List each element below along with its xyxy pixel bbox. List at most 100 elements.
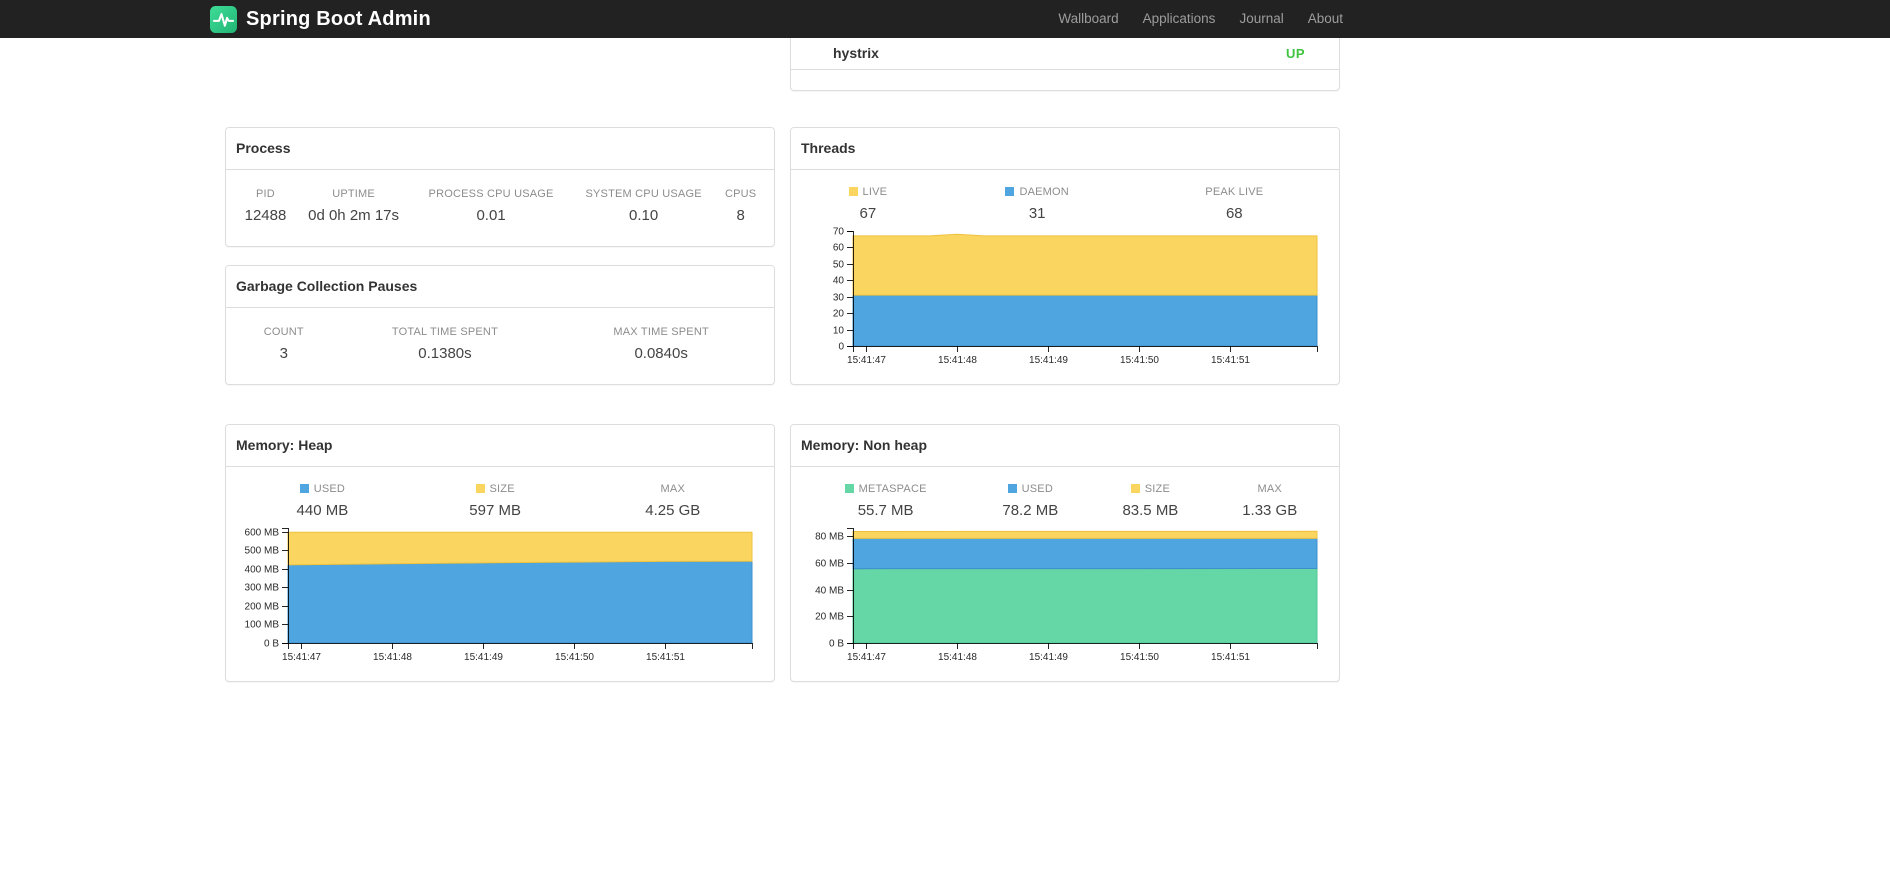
- y-tick-label: 200 MB: [245, 602, 280, 613]
- legend-cell-size: SIZE: [409, 483, 582, 502]
- navbar-links: Wallboard Applications Journal About: [1046, 0, 1355, 38]
- metric-value-total-time: 0.1380s: [418, 345, 472, 362]
- metric-label-pid: PID: [256, 188, 275, 200]
- panel-title: Process: [236, 140, 291, 156]
- legend-cell-max: MAX: [1210, 483, 1329, 502]
- metric-label-system-cpu: SYSTEM CPU USAGE: [585, 188, 702, 200]
- legend-label-max: MAX: [660, 483, 685, 495]
- legend-label-live: LIVE: [862, 186, 888, 198]
- metric-value-process-cpu: 0.01: [476, 207, 506, 224]
- metric-values-row: 3 0.1380s 0.0840s: [236, 345, 764, 362]
- metric-value-pid: 12488: [244, 207, 287, 224]
- legend-labels-row: METASPACE USED SIZE MAX: [801, 483, 1329, 502]
- y-tick-label: 20: [833, 309, 845, 320]
- nav-link-applications[interactable]: Applications: [1131, 0, 1228, 38]
- legend-value-used: 78.2 MB: [1002, 502, 1059, 519]
- legend-cell-size: SIZE: [1090, 483, 1210, 502]
- legend-label-size: SIZE: [1144, 483, 1171, 495]
- y-tick-label: 30: [833, 293, 845, 304]
- x-tick-label: 15:41:48: [373, 652, 412, 663]
- top-navbar: Spring Boot Admin Wallboard Applications…: [0, 0, 1890, 38]
- x-axis: [853, 346, 1318, 352]
- y-tick-label: 0 B: [264, 639, 279, 650]
- process-panel-heading: Process: [226, 128, 774, 170]
- metric-label-cpus: CPUS: [724, 188, 757, 200]
- y-tick-label: 600 MB: [245, 528, 280, 539]
- x-tick-label: 15:41:49: [464, 652, 503, 663]
- memory-nonheap-chart: 0 B 20 MB 40 MB 60 MB 80 MB 15:41:47 15:41:48 1…: [815, 528, 1318, 663]
- threads-chart: 0 10 20 30 40 50 60 70 15:41:47 15:41:48 15:41:49 1…: [833, 227, 1318, 366]
- status-badge: UP: [1285, 45, 1305, 61]
- empty-left-column: [225, 38, 775, 91]
- memory-nonheap-panel-body: METASPACE USED SIZE MAX 55.7 MB 78.2 MB …: [791, 483, 1339, 669]
- row-process-threads: Process PID UPTIME PROCESS CPU USAGE SYS…: [225, 127, 1340, 385]
- threads-panel-body: LIVE DAEMON PEAK LIVE 67 31 68 0 10 20 30 40…: [791, 186, 1339, 372]
- legend-value-metaspace: 55.7 MB: [857, 502, 914, 519]
- area-series-daemon: [852, 294, 1318, 347]
- threads-panel-heading: Threads: [791, 128, 1339, 170]
- daemon-legend-swatch: [1005, 187, 1015, 196]
- metric-values-row: 12488 0d 0h 2m 17s 0.01 0.10 8: [236, 207, 764, 224]
- y-tick-label: 10: [833, 326, 845, 337]
- y-tick-label: 0: [838, 342, 844, 353]
- area-series-used: [287, 560, 753, 644]
- navbar-container: Spring Boot Admin Wallboard Applications…: [210, 0, 1355, 38]
- x-tick-label: 15:41:47: [847, 652, 886, 663]
- y-tick-label: 70: [833, 227, 845, 238]
- nonheap-legend: METASPACE USED SIZE MAX 55.7 MB 78.2 MB …: [801, 483, 1329, 519]
- spring-boot-admin-logo-icon: [210, 5, 237, 33]
- x-tick-label: 15:41:50: [555, 652, 594, 663]
- x-tick-label: 15:41:50: [1120, 652, 1159, 663]
- legend-value-max: 1.33 GB: [1242, 502, 1298, 519]
- legend-label-max: MAX: [1257, 483, 1282, 495]
- details-page: hystrix UP Process PID UPTIME PROCESS CP…: [210, 38, 1355, 682]
- gc-panel-body: COUNT TOTAL TIME SPENT MAX TIME SPENT 3 …: [226, 326, 774, 362]
- process-panel-body: PID UPTIME PROCESS CPU USAGE SYSTEM CPU …: [226, 188, 774, 224]
- x-tick-label: 15:41:51: [1211, 355, 1250, 366]
- nav-link-wallboard[interactable]: Wallboard: [1046, 0, 1130, 38]
- y-tick-label: 300 MB: [245, 583, 280, 594]
- y-tick-label: 50: [833, 260, 845, 271]
- metric-label-total-time: TOTAL TIME SPENT: [391, 326, 498, 338]
- panel-title: Threads: [801, 140, 856, 156]
- y-tick-label: 60 MB: [815, 559, 844, 570]
- health-row-hystrix: hystrix UP: [791, 38, 1339, 70]
- memory-heap-panel: Memory: Heap USED SIZE MAX 440 MB 597 MB…: [225, 424, 775, 682]
- x-tick-label: 15:41:48: [938, 652, 977, 663]
- y-tick-label: 80 MB: [815, 532, 844, 543]
- brand-link[interactable]: Spring Boot Admin: [210, 5, 431, 33]
- y-tick-label: 20 MB: [815, 612, 844, 623]
- area-series-size: [852, 530, 1318, 539]
- legend-values-row: 67 31 68: [801, 205, 1329, 222]
- threads-legend: LIVE DAEMON PEAK LIVE 67 31 68: [801, 186, 1329, 222]
- x-tick-label: 15:41:50: [1120, 355, 1159, 366]
- legend-values-row: 55.7 MB 78.2 MB 83.5 MB 1.33 GB: [801, 502, 1329, 519]
- legend-cell-daemon: DAEMON: [935, 186, 1140, 205]
- used-legend-swatch: [1007, 484, 1017, 493]
- panel-title: Memory: Non heap: [801, 437, 928, 453]
- memory-heap-chart: 0 B 100 MB 200 MB 300 MB 400 MB 500 MB 600 MB 1…: [245, 528, 753, 663]
- legend-value-live: 67: [859, 205, 877, 222]
- area-series-used: [852, 537, 1318, 570]
- legend-label-peak-live: PEAK LIVE: [1205, 186, 1264, 198]
- legend-cell-used: USED: [970, 483, 1090, 502]
- legend-labels-row: USED SIZE MAX: [236, 483, 764, 502]
- memory-nonheap-panel-heading: Memory: Non heap: [791, 425, 1339, 467]
- legend-values-row: 440 MB 597 MB 4.25 GB: [236, 502, 764, 519]
- area-series-live: [852, 233, 1318, 296]
- size-legend-swatch: [475, 484, 485, 493]
- panel-title: Garbage Collection Pauses: [236, 278, 418, 294]
- legend-label-used: USED: [313, 483, 346, 495]
- x-axis: [288, 643, 753, 649]
- legend-cell-live: LIVE: [801, 186, 935, 205]
- area-series-size: [287, 531, 753, 566]
- health-panel-partial: hystrix UP: [790, 38, 1340, 91]
- metric-label-max-time: MAX TIME SPENT: [613, 326, 709, 338]
- x-tick-label: 15:41:51: [646, 652, 685, 663]
- legend-label-size: SIZE: [489, 483, 515, 495]
- legend-cell-peak-live: PEAK LIVE: [1140, 186, 1329, 205]
- nav-link-journal[interactable]: Journal: [1227, 0, 1295, 38]
- legend-label-daemon: DAEMON: [1019, 186, 1069, 198]
- nav-link-about[interactable]: About: [1296, 0, 1355, 38]
- row-health: hystrix UP: [225, 38, 1340, 91]
